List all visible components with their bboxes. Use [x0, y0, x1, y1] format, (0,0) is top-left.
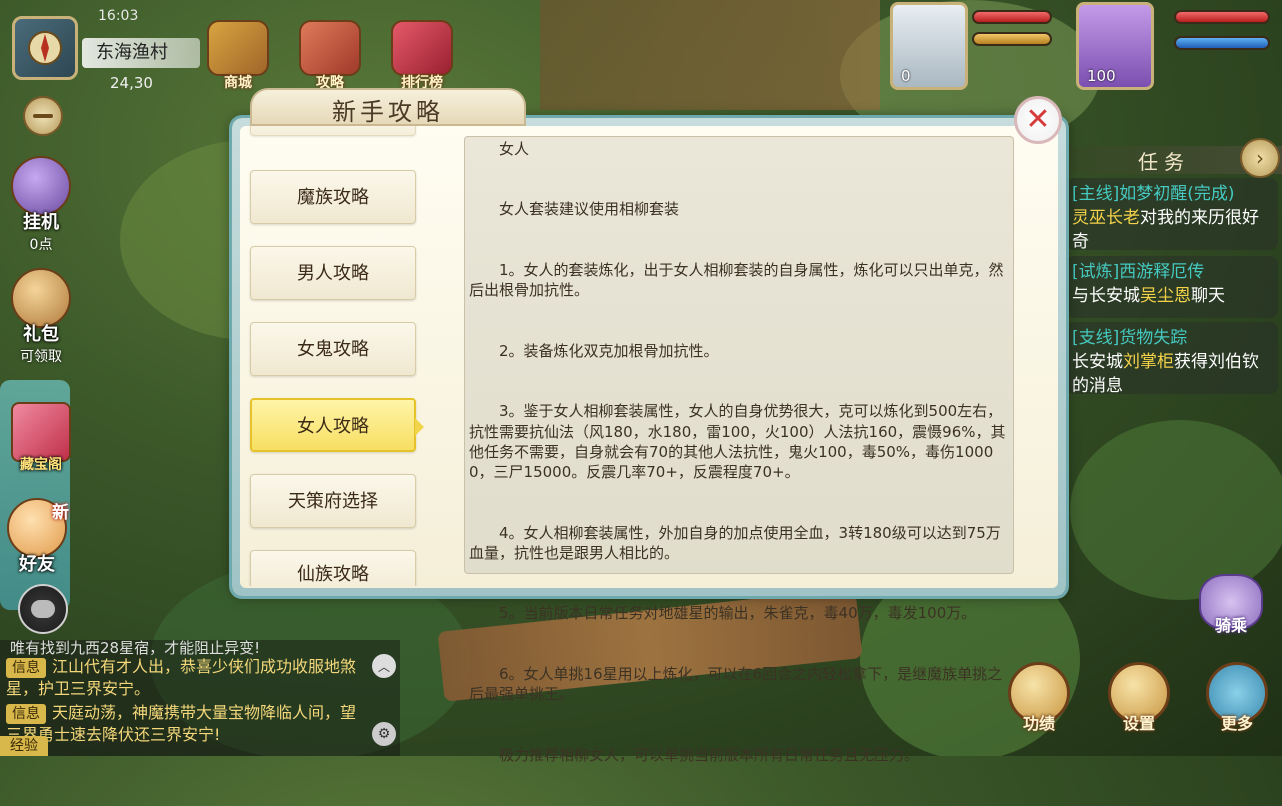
mall-icon — [207, 20, 269, 76]
guide-title: 新手攻略 — [332, 98, 444, 126]
guide-nav-item[interactable]: 男人攻略 — [250, 246, 416, 300]
gift-bag-icon — [11, 268, 71, 328]
pet-portrait[interactable]: 0 — [890, 2, 968, 90]
task-title: [试炼]西游释厄传 — [1072, 262, 1205, 282]
guide-paragraph: 3。鉴于女人相柳套装属性，女人的自身优势很大，克可以炼化到500左右，抗性需要抗… — [469, 402, 1006, 482]
guide-title-tab: 新手攻略 — [250, 88, 526, 126]
location-panel: 16:03 东海渔村 24,30 — [12, 8, 200, 92]
foliage — [1070, 420, 1282, 600]
guide-nav-item-partial[interactable] — [250, 126, 416, 136]
achievements-label: 功绩 — [1022, 714, 1055, 733]
hero-portrait[interactable]: 100 — [1076, 2, 1154, 90]
achievements-button[interactable]: 功绩 — [1006, 662, 1072, 742]
guide-nav-item-active[interactable]: 女人攻略 — [250, 398, 424, 452]
idle-points: 0点 — [29, 237, 53, 253]
mall-button[interactable]: 商城 — [206, 20, 270, 92]
minus-icon — [33, 114, 53, 118]
chat-tag: 信息 — [6, 658, 46, 678]
ranking-button[interactable]: 排行榜 — [390, 20, 454, 92]
friends-label: 好友 — [19, 554, 55, 575]
pet-level: 0 — [901, 67, 911, 85]
guide-paragraph: 6。女人单挑16星用以上炼化，可以在6回合之内轻松拿下，是继魔族单挑之后最强单挑… — [469, 665, 1003, 704]
guide-paragraph: 2。装备炼化双克加根骨加抗性。 — [499, 341, 719, 360]
chat-settings-button[interactable]: ⚙ — [372, 722, 396, 746]
chat-panel[interactable]: 唯有找到九西28星宿，才能阻止异变! 信息 江山代有才人出，恭喜少侠们成功收服地煞… — [0, 639, 400, 756]
settings-label: 设置 — [1122, 714, 1155, 733]
idle-label: 挂机 — [23, 212, 59, 233]
gift-label: 礼包 — [23, 324, 59, 345]
task-item-side[interactable]: [支线]货物失踪 长安城刘掌柜获得刘伯钦的消息 — [1066, 322, 1278, 396]
chat-message: 天庭动荡，神魔携带大量宝物降临人间，望三界勇士速去降伏还三界安宁! — [6, 703, 357, 744]
guide-nav-item[interactable]: 女鬼攻略 — [250, 322, 416, 376]
wooden-deck — [540, 0, 880, 110]
gift-button[interactable]: 礼包 可领取 — [10, 268, 72, 366]
chevron-up-icon: ︿ — [377, 659, 390, 674]
coordinates: 24,30 — [110, 74, 153, 92]
hero-mp-bar — [1174, 36, 1270, 50]
chevron-right-icon: › — [1256, 146, 1264, 170]
new-badge: 新 — [52, 503, 69, 523]
chat-line: 信息 天庭动荡，神魔携带大量宝物降临人间，望三界勇士速去降伏还三界安宁! — [6, 702, 360, 746]
guide-paragraph: 4。女人相柳套装属性，外加自身的加点使用全血，3转180级可以达到75万血量，抗… — [469, 523, 1001, 562]
guide-content-text: 女人套装建议使用相柳套装 1。女人的套装炼化，出于女人相柳套装的自身属性，炼化可… — [469, 159, 1009, 806]
chat-tag: 信息 — [6, 704, 46, 724]
task-npc: 刘掌柜 — [1123, 352, 1174, 372]
mount-button[interactable]: 骑乘 — [1196, 574, 1266, 644]
task-item-trial[interactable]: [试炼]西游释厄传 与长安城吴尘恩聊天 — [1066, 256, 1278, 318]
pet-exp-bar — [972, 32, 1052, 46]
task-npc: 吴尘恩 — [1140, 286, 1191, 306]
location-name: 东海渔村 — [82, 38, 200, 68]
clock: 16:03 — [98, 8, 139, 24]
chat-bubble-icon — [31, 600, 55, 618]
chat-line: 信息 江山代有才人出，恭喜少侠们成功收服地煞星，护卫三界安宁。 — [6, 656, 360, 700]
treasure-button[interactable]: 藏宝阁 — [10, 402, 72, 474]
chat-line-partial: 唯有找到九西28星宿，才能阻止异变! — [10, 639, 261, 657]
task-prefix: 长安城 — [1072, 352, 1123, 372]
friends-button[interactable]: 好友 新 — [6, 498, 69, 576]
gear-icon: ⚙ — [377, 726, 391, 742]
settings-button[interactable]: 设置 — [1106, 662, 1172, 742]
guide-nav-item[interactable]: 天策府选择 — [250, 474, 416, 528]
gift-claimable: 可领取 — [20, 349, 62, 365]
treasure-chest-icon — [11, 402, 71, 462]
more-button[interactable]: 更多 — [1204, 662, 1270, 742]
map-icon[interactable] — [12, 16, 78, 80]
close-icon: ✕ — [1025, 102, 1051, 137]
guide-paragraph: 5。当前版本日常任务对地雄星的输出，朱雀克，毒40万，毒发100万。 — [499, 604, 977, 623]
guide-nav-list[interactable]: 魔族攻略 男人攻略 女鬼攻略 女人攻略 天策府选择 仙族攻略 — [240, 126, 430, 586]
task-title: [主线]如梦初醒(完成) — [1072, 184, 1235, 204]
task-item-main[interactable]: [主线]如梦初醒(完成) 灵巫长老对我的来历很好奇 — [1066, 178, 1278, 252]
collapse-button[interactable] — [23, 96, 63, 136]
guide-content[interactable]: 女人 女人套装建议使用相柳套装 1。女人的套装炼化，出于女人相柳套装的自身属性，… — [464, 136, 1014, 764]
task-prefix: 与长安城 — [1072, 286, 1140, 306]
chat-expand-button[interactable]: ︿ — [372, 654, 396, 678]
treasure-label: 藏宝阁 — [20, 457, 62, 473]
hero-hp-bar — [1174, 10, 1270, 24]
compass-icon — [28, 31, 62, 65]
task-text: 聊天 — [1191, 286, 1225, 306]
guide-icon — [299, 20, 361, 76]
guide-nav-item[interactable]: 仙族攻略 — [250, 550, 416, 586]
task-npc: 灵巫长老 — [1072, 208, 1140, 228]
guide-button[interactable]: 攻略 — [298, 20, 362, 92]
idle-button[interactable]: 挂机 0点 — [10, 156, 72, 254]
mount-label: 骑乘 — [1214, 616, 1247, 635]
guide-content-title: 女人 — [499, 140, 530, 158]
task-collapse-button[interactable]: › — [1240, 138, 1280, 178]
guide-paragraph: 1。女人的套装炼化，出于女人相柳套装的自身属性，炼化可以只出单克，然后出根骨加抗… — [469, 261, 1004, 300]
chat-message: 江山代有才人出，恭喜少侠们成功收服地煞星，护卫三界安宁。 — [6, 657, 357, 698]
idle-icon — [11, 156, 71, 216]
exp-tag: 经验 — [0, 736, 48, 756]
task-header-label: 任务 — [1138, 150, 1190, 174]
more-label: 更多 — [1220, 714, 1253, 733]
guide-paragraph: 女人套装建议使用相柳套装 — [499, 200, 680, 219]
voice-chat-button[interactable] — [18, 584, 68, 634]
task-title: [支线]货物失踪 — [1072, 328, 1188, 348]
pet-hp-bar — [972, 10, 1052, 24]
guide-nav-item[interactable]: 魔族攻略 — [250, 170, 416, 224]
guide-paragraph: 极力推荐相柳女人，可以单挑当前版本所有日常任务且无压力。 — [499, 745, 920, 764]
ranking-icon — [391, 20, 453, 76]
close-button[interactable]: ✕ — [1014, 96, 1062, 144]
hero-level: 100 — [1087, 67, 1116, 85]
